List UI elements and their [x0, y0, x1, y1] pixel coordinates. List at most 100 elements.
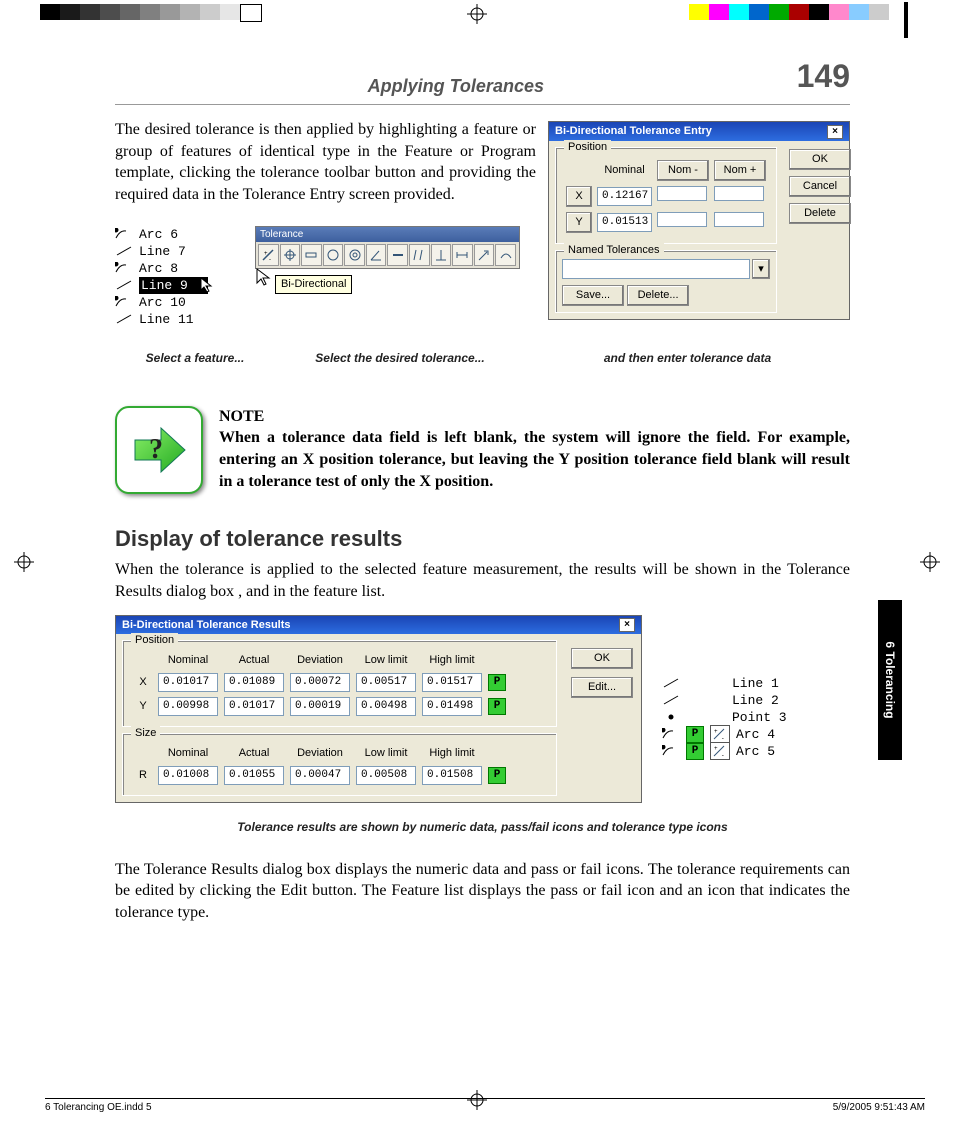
registration-mark-icon — [920, 552, 940, 572]
x-nominal-field[interactable]: 0.12167 — [597, 187, 652, 206]
runout-icon[interactable] — [474, 244, 495, 266]
line-icon — [115, 279, 133, 291]
results-edit-button[interactable]: Edit... — [571, 677, 633, 698]
footer-timestamp: 5/9/2005 9:51:43 AM — [833, 1102, 925, 1113]
caption-results: Tolerance results are shown by numeric d… — [115, 819, 850, 835]
feature-label: Arc 5 — [736, 743, 775, 760]
named-tolerance-field[interactable] — [562, 259, 750, 280]
tolerance-toolbar: Tolerance +- — [255, 226, 520, 270]
x-nom-plus-field[interactable] — [714, 186, 764, 201]
y-nom-plus-field[interactable] — [714, 212, 764, 227]
note-body: When a tolerance data field is left blan… — [219, 427, 850, 492]
x-deviation: 0.00072 — [290, 673, 350, 692]
close-icon[interactable]: × — [619, 618, 635, 632]
results-position-group: Position Nominal Actual Deviation Low li… — [122, 640, 557, 727]
nom-minus-button[interactable]: Nom - — [657, 160, 709, 181]
position-group: Position Nominal Nom - Nom + X — [555, 147, 777, 244]
tolerance-results-dialog: Bi-Directional Tolerance Results × Posit… — [115, 615, 642, 803]
y-high: 0.01498 — [422, 697, 482, 716]
nom-plus-button[interactable]: Nom + — [714, 160, 766, 181]
group-legend: Position — [131, 633, 178, 648]
result-feature-row[interactable]: Point 3 — [662, 709, 787, 726]
y-axis-button[interactable]: Y — [566, 212, 592, 233]
arc-icon — [115, 228, 133, 240]
feature-row[interactable]: Line 11 — [115, 311, 235, 328]
dialog-titlebar: Bi-Directional Tolerance Results × — [116, 616, 641, 635]
col-deviation: Deviation — [289, 652, 351, 669]
close-icon[interactable]: × — [827, 125, 843, 139]
x-nom-minus-field[interactable] — [657, 186, 707, 201]
save-button[interactable]: Save... — [562, 285, 624, 306]
feature-row[interactable]: Arc 8 — [115, 260, 235, 277]
caption-select-tolerance: Select the desired tolerance... — [275, 350, 525, 366]
feature-row[interactable]: Arc 6 — [115, 226, 235, 243]
result-feature-list: Line 1Line 2Point 3P+-Arc 4P+-Arc 5 — [662, 675, 787, 760]
parallelism-icon[interactable] — [409, 244, 430, 266]
perpendicularity-icon[interactable] — [431, 244, 452, 266]
dialog-titlebar: Bi-Directional Tolerance Entry × — [549, 122, 849, 141]
roundness-icon[interactable] — [323, 244, 344, 266]
width-icon[interactable] — [452, 244, 473, 266]
cancel-button[interactable]: Cancel — [789, 176, 851, 197]
line-icon — [662, 677, 680, 689]
concentricity-icon[interactable] — [344, 244, 365, 266]
feature-row[interactable]: Line 9 — [115, 277, 235, 294]
pass-icon: P — [686, 726, 704, 743]
ok-button[interactable]: OK — [789, 149, 851, 170]
result-feature-row[interactable]: P+-Arc 5 — [662, 743, 787, 760]
r-deviation: 0.00047 — [290, 766, 350, 785]
named-tolerances-group: Named Tolerances ▾ Save... Delete... — [555, 250, 777, 314]
svg-text:+: + — [264, 251, 268, 257]
results-size-group: Size Nominal Actual Deviation Low limit … — [122, 733, 557, 796]
paragraph-results-intro: When the tolerance is applied to the sel… — [115, 559, 850, 602]
feature-label: Line 2 — [732, 692, 779, 709]
grayscale-swatches — [40, 4, 262, 20]
col-low: Low limit — [355, 652, 417, 669]
dialog-title: Bi-Directional Tolerance Results — [122, 618, 291, 633]
result-feature-row[interactable]: Line 2 — [662, 692, 787, 709]
profile-icon[interactable] — [495, 244, 516, 266]
feature-row[interactable]: Line 7 — [115, 243, 235, 260]
note-icon: ? — [115, 406, 203, 494]
y-low: 0.00498 — [356, 697, 416, 716]
col-deviation: Deviation — [289, 745, 351, 762]
true-position-icon[interactable] — [280, 244, 301, 266]
y-deviation: 0.00019 — [290, 697, 350, 716]
delete-named-button[interactable]: Delete... — [627, 285, 689, 306]
results-ok-button[interactable]: OK — [571, 648, 633, 669]
cursor-icon — [199, 276, 215, 292]
group-legend: Named Tolerances — [564, 243, 664, 258]
feature-list: Arc 6Line 7Arc 8Line 9Arc 10Line 11 — [115, 226, 235, 344]
arc-icon — [662, 745, 680, 757]
feature-row[interactable]: Arc 10 — [115, 294, 235, 311]
footer-file: 6 Tolerancing OE.indd 5 — [45, 1102, 152, 1113]
y-nom-minus-field[interactable] — [657, 212, 707, 227]
caption-select-feature: Select a feature... — [115, 350, 275, 366]
r-low: 0.00508 — [356, 766, 416, 785]
flatness-icon[interactable] — [387, 244, 408, 266]
y-nominal: 0.00998 — [158, 697, 218, 716]
feature-label: Arc 4 — [736, 726, 775, 743]
x-low: 0.00517 — [356, 673, 416, 692]
feature-label: Arc 6 — [139, 226, 178, 243]
feature-label: Line 7 — [139, 243, 186, 260]
y-nominal-field[interactable]: 0.01513 — [597, 213, 652, 232]
straightness-icon[interactable] — [301, 244, 322, 266]
color-swatches — [689, 4, 889, 20]
dropdown-icon[interactable]: ▾ — [752, 259, 770, 280]
row-y-label: Y — [133, 696, 153, 717]
registration-mark-icon — [14, 552, 34, 572]
bidir-tolerance-icon[interactable]: +- — [258, 244, 279, 266]
result-feature-row[interactable]: Line 1 — [662, 675, 787, 692]
arc-icon — [115, 296, 133, 308]
delete-button[interactable]: Delete — [789, 203, 851, 224]
chapter-side-tab-label: 6 Tolerancing — [883, 641, 897, 718]
result-feature-row[interactable]: P+-Arc 4 — [662, 726, 787, 743]
x-axis-button[interactable]: X — [566, 186, 592, 207]
angularity-icon[interactable] — [366, 244, 387, 266]
feature-label: Point 3 — [732, 709, 787, 726]
feature-label: Line 11 — [139, 311, 194, 328]
y-actual: 0.01017 — [224, 697, 284, 716]
col-low: Low limit — [355, 745, 417, 762]
r-high: 0.01508 — [422, 766, 482, 785]
